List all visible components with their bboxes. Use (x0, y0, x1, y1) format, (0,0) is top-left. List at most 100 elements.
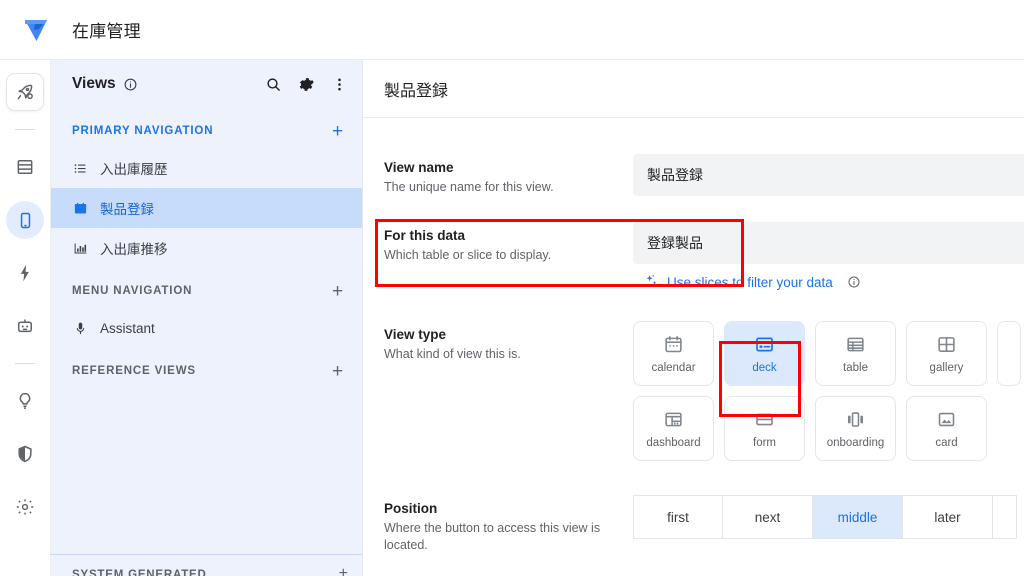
for-this-data-select[interactable]: 登録製品 (633, 222, 1024, 264)
view-type-card[interactable]: card (906, 396, 987, 461)
view-type-label: form (753, 436, 776, 449)
left-icon-rail (0, 60, 51, 576)
view-type-label: gallery (929, 361, 964, 374)
view-editor-body: View name The unique name for this view.… (363, 118, 1024, 554)
view-type-form[interactable]: form (724, 396, 805, 461)
row-view-type-control: calendar deck table gallery dashboard fo… (633, 321, 1024, 461)
sidebar-item-label: 入出庫履歴 (100, 162, 168, 177)
row-position-label: Position Where the button to access this… (384, 495, 633, 554)
use-slices-label: Use slices to filter your data (667, 274, 833, 290)
view-type-overflow-tile[interactable] (997, 321, 1021, 386)
field-description: The unique name for this view. (384, 180, 554, 194)
gallery-icon (936, 334, 957, 355)
calendar-icon (663, 334, 684, 355)
sparkle-icon (644, 273, 659, 291)
view-type-calendar[interactable]: calendar (633, 321, 714, 386)
bolt-icon[interactable] (6, 254, 44, 292)
data-icon[interactable] (6, 148, 44, 186)
dashboard-icon (663, 409, 684, 430)
table-icon (845, 334, 866, 355)
position-option-next[interactable]: next (723, 495, 813, 539)
position-option-middle[interactable]: middle (813, 495, 903, 539)
row-for-this-data-label: For this data Which table or slice to di… (384, 222, 633, 291)
position-segmented-control: first next middle later (633, 495, 1024, 539)
section-menu-navigation: MENU NAVIGATION + (51, 274, 362, 308)
sidebar-item-assistant[interactable]: Assistant (51, 308, 362, 348)
lightbulb-icon[interactable] (6, 382, 44, 420)
rail-divider-1 (15, 129, 35, 130)
deck-icon (72, 201, 89, 216)
field-label: View name (384, 160, 454, 175)
more-vert-icon[interactable] (331, 76, 348, 93)
sidebar-item-label: 製品登録 (100, 202, 154, 217)
field-description: Where the button to access this view is … (384, 521, 601, 552)
views-sidebar-header: Views (51, 60, 362, 108)
use-slices-link[interactable]: Use slices to filter your data (644, 273, 1024, 291)
page-title: 在庫管理 (72, 22, 141, 41)
section-system-generated: SYSTEM GENERATED + (51, 554, 362, 576)
position-option-first[interactable]: first (633, 495, 723, 539)
info-icon[interactable] (847, 275, 861, 289)
add-primary-view-button[interactable]: + (332, 122, 344, 141)
row-for-this-data: For this data Which table or slice to di… (363, 196, 1024, 291)
appsheet-logo[interactable] (0, 15, 72, 45)
views-sidebar: Views PRIMARY NAVIGATION + 入出庫履歴 製品登録 入出… (51, 60, 363, 576)
deck-icon (754, 334, 775, 355)
top-bar: 在庫管理 (0, 0, 1024, 60)
sidebar-item-label: Assistant (100, 320, 155, 336)
view-type-table[interactable]: table (815, 321, 896, 386)
section-label: REFERENCE VIEWS (72, 365, 196, 377)
view-type-label: calendar (651, 361, 696, 374)
row-view-type-label: View type What kind of view this is. (384, 321, 633, 461)
row-position-control: first next middle later (633, 495, 1024, 554)
position-option-later[interactable]: later (903, 495, 993, 539)
add-menu-view-button[interactable]: + (332, 282, 344, 301)
section-primary-navigation: PRIMARY NAVIGATION + (51, 114, 362, 148)
sidebar-item-nyushukko-suii[interactable]: 入出庫推移 (51, 228, 362, 268)
add-reference-view-button[interactable]: + (332, 362, 344, 381)
section-reference-views: REFERENCE VIEWS + (51, 354, 362, 388)
view-type-label: dashboard (646, 436, 701, 449)
view-type-gallery[interactable]: gallery (906, 321, 987, 386)
gear-icon[interactable] (298, 76, 315, 93)
row-view-type: View type What kind of view this is. cal… (363, 291, 1024, 461)
view-type-label: onboarding (826, 436, 885, 449)
views-title: Views (72, 75, 116, 92)
phone-app-icon[interactable] (6, 201, 44, 239)
sidebar-item-nyushukko-rireki[interactable]: 入出庫履歴 (51, 148, 362, 188)
gear-icon[interactable] (6, 488, 44, 526)
field-label: Position (384, 501, 438, 516)
view-editor-header: 製品登録 (363, 60, 1024, 118)
view-type-dashboard[interactable]: dashboard (633, 396, 714, 461)
view-type-label: deck (752, 361, 777, 374)
rail-divider-2 (15, 363, 35, 364)
sidebar-item-label: 入出庫推移 (100, 242, 168, 257)
field-description: Which table or slice to display. (384, 248, 552, 262)
view-name-input[interactable]: 製品登録 (633, 154, 1024, 196)
section-label: MENU NAVIGATION (72, 285, 193, 297)
view-type-grid: calendar deck table gallery dashboard fo… (633, 321, 1024, 461)
view-type-onboarding[interactable]: onboarding (815, 396, 896, 461)
field-label: For this data (384, 228, 466, 243)
view-type-deck[interactable]: deck (724, 321, 805, 386)
onboarding-icon (845, 409, 866, 430)
sidebar-item-seihin-touroku[interactable]: 製品登録 (51, 188, 362, 228)
add-system-view-button[interactable]: + (339, 565, 348, 576)
card-icon (936, 409, 957, 430)
view-type-label: table (843, 361, 868, 374)
row-for-this-data-control: 登録製品 Use slices to filter your data (633, 222, 1024, 291)
position-option-overflow[interactable] (993, 495, 1017, 539)
row-view-name-control: 製品登録 (633, 154, 1024, 196)
list-icon (72, 161, 89, 176)
view-editor-title: 製品登録 (384, 82, 449, 100)
field-label: View type (384, 327, 447, 342)
info-icon[interactable] (123, 77, 138, 92)
section-label: SYSTEM GENERATED (72, 568, 207, 576)
row-view-name: View name The unique name for this view.… (363, 118, 1024, 196)
search-icon[interactable] (265, 76, 282, 93)
shield-icon[interactable] (6, 435, 44, 473)
chart-icon (72, 241, 89, 256)
robot-icon[interactable] (6, 307, 44, 345)
rocket-icon[interactable] (6, 73, 44, 111)
